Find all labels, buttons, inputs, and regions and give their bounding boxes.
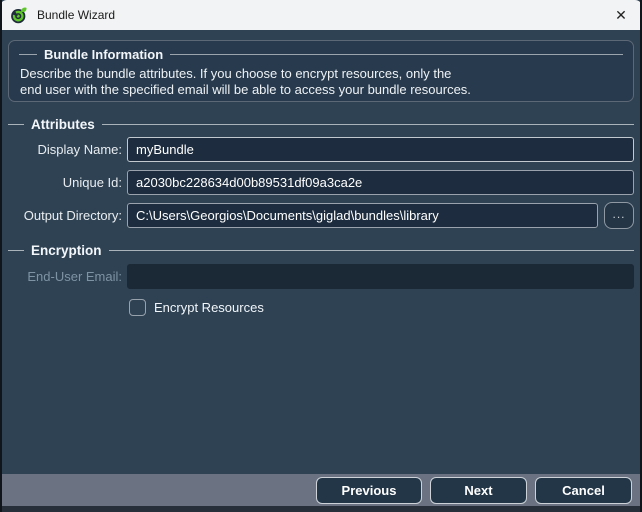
divider: [102, 124, 634, 125]
unique-id-input[interactable]: [127, 170, 634, 195]
end-user-email-input[interactable]: [127, 264, 634, 289]
attributes-section-header: Attributes: [8, 116, 634, 132]
divider: [8, 124, 24, 125]
unique-id-label: Unique Id:: [0, 175, 122, 190]
section-title-attributes: Attributes: [24, 117, 102, 132]
output-directory-label: Output Directory:: [0, 208, 122, 223]
section-title-encryption: Encryption: [24, 243, 109, 258]
encrypt-resources-label: Encrypt Resources: [154, 300, 264, 315]
ellipsis-icon: ...: [612, 207, 625, 221]
cancel-button[interactable]: Cancel: [535, 477, 632, 504]
groupbox-title: Bundle Information: [37, 47, 170, 62]
encrypt-resources-row: Encrypt Resources: [129, 299, 264, 316]
divider: [8, 250, 24, 251]
divider: [109, 250, 634, 251]
divider: [170, 54, 623, 55]
display-name-label: Display Name:: [0, 142, 122, 157]
description-line-1: Describe the bundle attributes. If you c…: [20, 66, 471, 82]
groupbox-description: Describe the bundle attributes. If you c…: [20, 66, 471, 98]
description-line-2: end user with the specified email will b…: [20, 82, 471, 98]
browse-button[interactable]: ...: [604, 202, 634, 229]
bundle-information-groupbox: Bundle Information Describe the bundle a…: [8, 40, 634, 102]
app-logo-icon: [10, 6, 28, 24]
output-directory-input[interactable]: [127, 203, 598, 228]
encryption-section-header: Encryption: [8, 242, 634, 258]
window-bottom-edge: [0, 506, 642, 512]
encrypt-resources-checkbox[interactable]: [129, 299, 146, 316]
next-button[interactable]: Next: [430, 477, 527, 504]
dialog-button-bar: Previous Next Cancel: [0, 474, 642, 506]
end-user-email-label: End-User Email:: [0, 269, 122, 284]
close-button[interactable]: ✕: [600, 0, 642, 30]
display-name-input[interactable]: [127, 137, 634, 162]
titlebar: Bundle Wizard ✕: [0, 0, 642, 30]
window-title: Bundle Wizard: [37, 8, 115, 22]
close-icon: ✕: [615, 7, 627, 24]
groupbox-header: Bundle Information: [19, 47, 623, 62]
divider: [19, 54, 37, 55]
previous-button[interactable]: Previous: [316, 477, 422, 504]
